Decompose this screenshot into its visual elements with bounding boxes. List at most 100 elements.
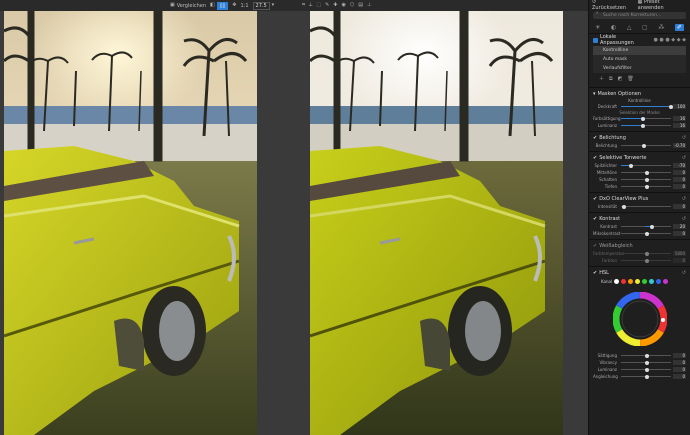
contrast-header[interactable]: ✔ Kontrast ↺	[593, 215, 686, 223]
compare-button[interactable]: ▣ Vergleichen	[170, 3, 206, 9]
white-balance-section: ✔ Weißabgleich Farbtemperatur 5800 Farbt…	[589, 239, 690, 266]
adjustments-panel: ↺ Zurücksetzen ▦ Preset anwenden ⌕ Suche…	[588, 0, 690, 435]
zoom-fit-button[interactable]: ✥	[232, 3, 236, 8]
clearview-header[interactable]: ✔ DxO ClearView Plus ↺	[593, 195, 686, 203]
mask-options-header[interactable]: ▾ Masken Optionen	[593, 90, 686, 98]
tab-detail[interactable]: △	[627, 24, 632, 31]
hsl-header[interactable]: ✔ HSL ↺	[593, 269, 686, 277]
blacks-slider[interactable]: Tiefen 0	[593, 183, 686, 190]
slider-value[interactable]: 0	[673, 231, 686, 236]
reset-icon[interactable]: ↺	[682, 196, 686, 202]
mask-list: Kontrollline Auto mask Verlaufsfilter	[593, 46, 686, 73]
slider-value[interactable]: -70	[673, 163, 686, 168]
list-item[interactable]: Verlaufsfilter	[593, 64, 686, 73]
slider-label: Farbtemperatur	[593, 251, 625, 256]
shadows-slider[interactable]: Schatten 0	[593, 176, 686, 183]
slider-value[interactable]: 0	[673, 184, 686, 189]
reset-button[interactable]: ↺ Zurücksetzen	[592, 0, 632, 11]
photo-before[interactable]	[4, 11, 257, 435]
hsl-vibrancy-slider[interactable]: Vibrancy 0	[593, 359, 686, 366]
tab-color[interactable]: ◐	[611, 24, 616, 31]
slider-value[interactable]: 100	[673, 104, 686, 109]
color-icon: ◐	[610, 23, 617, 31]
split-view-toggle[interactable]: ◧ ▯▯	[210, 1, 229, 10]
slider-value[interactable]: 5800	[673, 251, 686, 256]
split-view-box-icon: ▯▯	[216, 1, 229, 10]
exposure-header[interactable]: ✔ Belichtung ↺	[593, 134, 686, 142]
highlights-slider[interactable]: Spitzlichter -70	[593, 162, 686, 169]
luminance-slider[interactable]: Luminanz 16	[593, 122, 686, 129]
add-mask-button[interactable]: ＋	[599, 76, 604, 82]
zoom-1-1-button[interactable]: 1:1	[240, 3, 248, 9]
straighten-tool[interactable]: ⟂	[309, 3, 312, 8]
slider-value[interactable]: 0	[673, 170, 686, 175]
intensity-slider[interactable]: Intensität 0	[593, 203, 686, 210]
contrast-section: ✔ Kontrast ↺ Kontrast 20 Mikrokontrast 0	[589, 212, 690, 239]
slider-value[interactable]: 0	[673, 258, 686, 263]
local-adjustments-header[interactable]: Lokale Anpassungen ● ● ● ◆ ◆ ◆	[593, 34, 687, 46]
local-adjust-tool[interactable]: ⬡	[350, 3, 354, 8]
invert-mask-button[interactable]: ◩	[618, 76, 623, 82]
slider-value[interactable]: 16	[673, 123, 686, 128]
slider-label: Kontrast	[600, 224, 617, 229]
microcontrast-slider[interactable]: Mikrokontrast 0	[593, 230, 686, 237]
slider-value[interactable]: -0.70	[673, 143, 686, 148]
tones-header[interactable]: ✔ Selektive Tonwerte ↺	[593, 154, 686, 162]
zoom-select[interactable]: 27.5 ▾	[252, 1, 274, 10]
repair-tool[interactable]: ✚	[333, 3, 337, 8]
apply-preset-button[interactable]: ▦ Preset anwenden	[638, 0, 687, 11]
eyedropper-icon: ✎	[325, 2, 330, 8]
contrast-slider[interactable]: Kontrast 20	[593, 223, 686, 230]
checkmark-icon: ✔	[593, 195, 598, 202]
hsl-uniformity-slider[interactable]: Angleichung 0	[593, 373, 686, 380]
slider-value[interactable]: 0	[673, 353, 686, 358]
delete-mask-button[interactable]: 🗑	[627, 76, 633, 82]
section-title: Kontrast	[599, 216, 621, 222]
hsl-luminance-slider[interactable]: Luminanz 0	[593, 366, 686, 373]
slider-label: Sättigung	[597, 353, 617, 358]
reset-icon[interactable]: ↺	[682, 270, 686, 276]
reset-icon[interactable]: ↺	[682, 216, 686, 222]
section-title: Weißabgleich	[599, 243, 633, 249]
slider-value[interactable]: 0	[673, 177, 686, 182]
slider-value[interactable]: 16	[673, 116, 686, 121]
eyedropper-tool[interactable]: ✎	[325, 3, 329, 8]
crop-tool[interactable]: ⌗	[302, 3, 305, 8]
tab-light[interactable]: ☀	[595, 24, 600, 31]
tab-effects[interactable]: ⁂	[658, 24, 664, 31]
photo-after[interactable]	[310, 11, 563, 435]
tab-geometry[interactable]: ▢	[642, 24, 648, 31]
midtones-slider[interactable]: Mitteltöne 0	[593, 169, 686, 176]
tab-local[interactable]: ✐	[674, 23, 684, 31]
saturation-slider[interactable]: Farbsättigung 16	[593, 115, 686, 122]
slider-value[interactable]: 0	[673, 360, 686, 365]
enable-toggle[interactable]	[593, 37, 598, 43]
tool-icons: ● ● ● ◆ ◆ ◆	[653, 37, 687, 43]
color-wheel[interactable]	[593, 284, 686, 352]
straighten-icon: ⟂	[309, 2, 313, 8]
white-balance-header[interactable]: ✔ Weißabgleich	[593, 242, 686, 250]
opacity-slider[interactable]: Deckkraft 100	[593, 103, 686, 110]
search-input[interactable]: ⌕ Suche nach Korrekturen...	[593, 11, 686, 19]
horizon-tool[interactable]: ⊥	[367, 3, 371, 8]
exposure-slider[interactable]: Belichtung -0.70	[593, 142, 686, 149]
list-item[interactable]: Auto mask	[593, 55, 686, 64]
duplicate-mask-button[interactable]: ⧉	[609, 76, 613, 82]
slider-label: Angleichung	[593, 374, 618, 379]
list-item[interactable]: Kontrollline	[593, 46, 686, 55]
reset-icon[interactable]: ↺	[682, 155, 686, 161]
redeye-tool[interactable]: ◉	[341, 3, 345, 8]
slider-value[interactable]: 0	[673, 374, 686, 379]
temperature-slider[interactable]: Farbtemperatur 5800	[593, 250, 686, 257]
watermark-tool[interactable]: ▤	[358, 3, 363, 8]
perspective-tool[interactable]: ⬚	[316, 3, 321, 8]
hsl-saturation-slider[interactable]: Sättigung 0	[593, 352, 686, 359]
slider-value[interactable]: 20	[673, 224, 686, 229]
channel-label: Kanal	[601, 279, 613, 284]
horizon-icon: ⊥	[366, 2, 372, 8]
section-title: HSL	[599, 270, 609, 276]
reset-icon[interactable]: ↺	[682, 135, 686, 141]
slider-value[interactable]: 0	[673, 367, 686, 372]
tint-slider[interactable]: Farbton 0	[593, 257, 686, 264]
slider-value[interactable]: 0	[673, 204, 686, 209]
